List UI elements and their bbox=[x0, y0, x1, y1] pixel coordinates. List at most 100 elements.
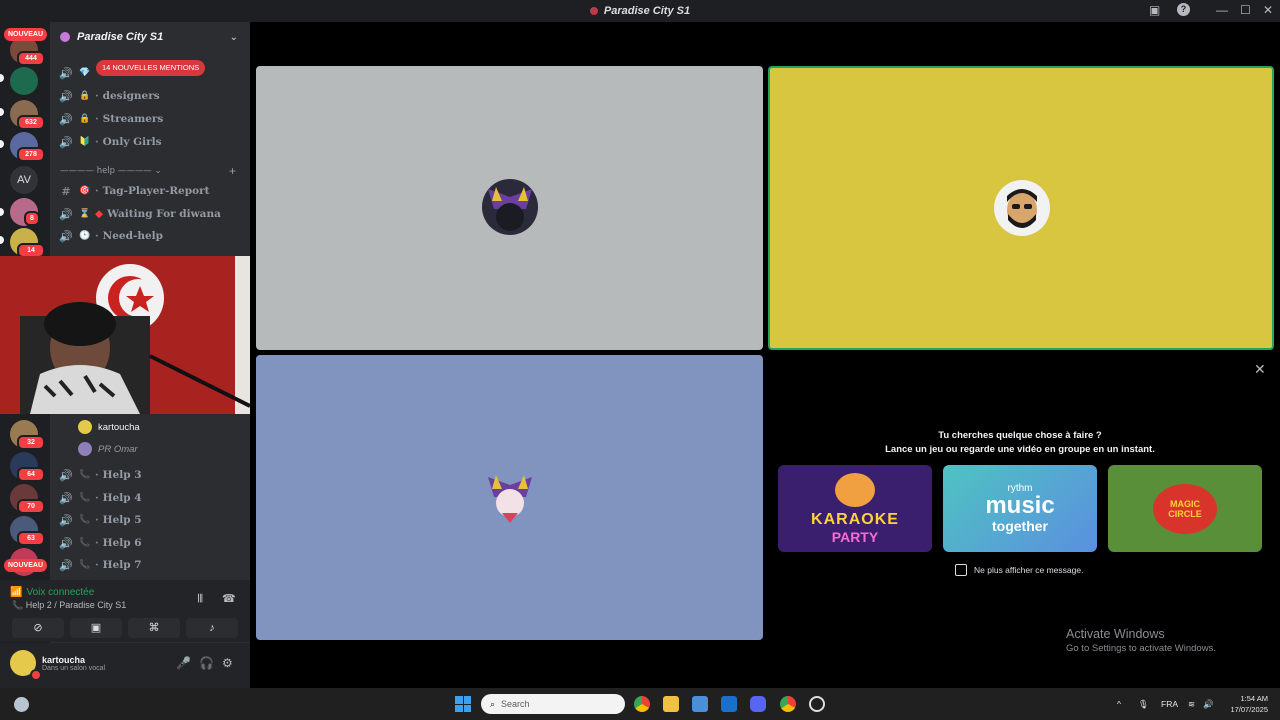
channel-emoji-icon: 🕒 bbox=[79, 231, 91, 241]
server-icon bbox=[589, 7, 598, 15]
close-icon[interactable]: ✕ bbox=[1254, 361, 1266, 378]
windows-start-icon[interactable] bbox=[455, 696, 471, 712]
soundboard-button[interactable]: ♪ bbox=[186, 618, 238, 638]
webcam-overlay bbox=[0, 256, 280, 414]
channel-item-designers[interactable]: 🔊 🔒 · designers bbox=[58, 86, 244, 106]
mention-count-badge: 64 bbox=[17, 467, 45, 482]
screen-share-button[interactable]: ▣ bbox=[70, 618, 122, 638]
disconnect-icon[interactable]: ☎ bbox=[222, 592, 236, 605]
taskbar-search[interactable]: ⌕ Search bbox=[481, 694, 625, 714]
server-icon[interactable] bbox=[10, 67, 38, 95]
voice-channel-icon: 🔊 bbox=[59, 491, 73, 505]
mention-count-badge: 444 bbox=[17, 51, 45, 66]
channel-emoji-icon: 🎯 bbox=[79, 186, 91, 196]
channel-name: designers bbox=[102, 90, 160, 102]
weather-icon[interactable] bbox=[14, 697, 29, 712]
channel-item-help-4[interactable]: 🔊 📞 · Help 4 bbox=[58, 488, 244, 508]
mention-count-badge: 278 bbox=[17, 147, 45, 162]
microphone-icon[interactable]: 🎤 bbox=[176, 656, 191, 670]
voice-channel-icon: 🔊 bbox=[59, 513, 73, 527]
mention-count-badge: 632 bbox=[17, 115, 45, 130]
avatar bbox=[78, 420, 92, 434]
help-icon[interactable]: ? bbox=[1177, 3, 1190, 16]
voice-connected-status[interactable]: 📶 Voix connectée bbox=[10, 587, 94, 598]
magic-circle-logo: MAGIC CIRCLE bbox=[1153, 483, 1217, 534]
text-channel-icon: # bbox=[61, 184, 71, 198]
participant-tile[interactable] bbox=[256, 355, 763, 640]
store-icon[interactable] bbox=[692, 696, 708, 712]
file-explorer-icon[interactable] bbox=[663, 696, 679, 712]
channel-item-help-6[interactable]: 🔊 📞 · Help 6 bbox=[58, 533, 244, 553]
channel-item-help-5[interactable]: 🔊 📞 · Help 5 bbox=[58, 510, 244, 530]
activity-card-karaoke[interactable]: KARAOKE PARTY bbox=[778, 465, 932, 552]
new-mentions-banner[interactable]: 14 NOUVELLES MENTIONS bbox=[96, 60, 206, 76]
channel-item-help-7[interactable]: 🔊 📞 · Help 7 bbox=[58, 555, 244, 575]
server-header[interactable]: Paradise City S1 ⌄ bbox=[50, 26, 250, 48]
maximize-button[interactable]: ☐ bbox=[1240, 3, 1251, 17]
wifi-icon[interactable]: ≋ bbox=[1188, 699, 1195, 710]
headphones-icon[interactable]: 🎧 bbox=[199, 656, 214, 670]
channel-item-only-girls[interactable]: 🔊 🔰 · Only Girls bbox=[58, 132, 244, 152]
camera-toggle-button[interactable]: ⊘ bbox=[12, 618, 64, 638]
signal-icon: 📶 bbox=[10, 587, 23, 598]
channel-emoji-icon: ⌛ bbox=[79, 209, 91, 219]
minimize-button[interactable]: — bbox=[1216, 3, 1228, 17]
channel-item-waiting[interactable]: 🔊 ⌛ ◆ Waiting For diwana bbox=[58, 204, 244, 224]
unread-indicator bbox=[0, 108, 4, 116]
activity-card-music-together[interactable]: rythm music together bbox=[943, 465, 1097, 552]
mention-count-badge: 70 bbox=[17, 499, 45, 514]
voice-user-pr-omar[interactable]: PR Omar bbox=[78, 439, 138, 459]
user-name: kartoucha bbox=[42, 655, 86, 665]
category-help[interactable]: ———— help ———— ⌄ bbox=[60, 166, 162, 176]
phone-icon: 📞 bbox=[79, 560, 91, 570]
close-window-button[interactable]: ✕ bbox=[1263, 3, 1273, 17]
app-icon[interactable] bbox=[809, 696, 825, 712]
voice-channel-icon: 🔊 bbox=[59, 468, 73, 482]
chevron-down-icon[interactable]: ⌄ bbox=[230, 32, 238, 43]
participant-tile[interactable] bbox=[256, 66, 763, 350]
channel-item-help-3[interactable]: 🔊 📞 · Help 3 bbox=[58, 465, 244, 485]
noise-suppression-icon[interactable]: 𝄃𝄃 bbox=[198, 593, 203, 606]
channel-item-streamers[interactable]: 🔊 🔒 · Streamers bbox=[58, 109, 244, 129]
voice-channel-icon: 🔊 bbox=[59, 207, 73, 221]
voice-channel-icon: 🔊 bbox=[59, 89, 73, 103]
microphone-tray-icon[interactable]: 🎙 bbox=[1138, 699, 1149, 710]
gear-icon[interactable]: ⚙ bbox=[222, 656, 233, 670]
voice-channel-icon: 🔊 bbox=[59, 135, 73, 149]
activity-card-magic-circle[interactable]: MAGIC CIRCLE bbox=[1108, 465, 1262, 552]
voice-channel-icon: 🔊 bbox=[59, 66, 73, 80]
soundboard-icon: ♪ bbox=[209, 622, 215, 634]
server-name: Paradise City S1 bbox=[77, 31, 164, 43]
outlook-icon[interactable] bbox=[721, 696, 737, 712]
voice-user-kartoucha[interactable]: kartoucha bbox=[78, 417, 140, 437]
avatar bbox=[994, 180, 1050, 236]
unread-indicator bbox=[0, 236, 4, 244]
channel-item-need-help[interactable]: 🔊 🕒 · Need-help bbox=[58, 226, 244, 246]
checkbox[interactable] bbox=[955, 564, 967, 576]
camera-off-icon: ⊘ bbox=[33, 622, 43, 634]
avatar bbox=[78, 442, 92, 456]
voice-channel-path[interactable]: 📞 Help 2 / Paradise City S1 bbox=[12, 600, 126, 611]
activity-button[interactable]: ⌘ bbox=[128, 618, 180, 638]
chrome-profile-icon[interactable] bbox=[780, 696, 796, 712]
chrome-icon[interactable] bbox=[634, 696, 650, 712]
discord-icon[interactable] bbox=[750, 696, 766, 712]
add-channel-button[interactable]: + bbox=[229, 164, 236, 178]
webcam-feed-image bbox=[0, 256, 280, 414]
server-badge-icon bbox=[60, 32, 70, 42]
volume-icon[interactable]: 🔊 bbox=[1203, 699, 1214, 710]
search-icon: ⌕ bbox=[490, 698, 496, 709]
chevron-up-icon[interactable]: ^ bbox=[1117, 699, 1121, 709]
mention-count-badge: 8 bbox=[24, 211, 40, 226]
language-indicator[interactable]: FRA bbox=[1161, 699, 1178, 709]
channel-name: Need-help bbox=[102, 230, 163, 242]
system-clock[interactable]: 1:54 AM 17/07/2025 bbox=[1222, 693, 1268, 715]
channel-item-tag-player-report[interactable]: # 🎯 · Tag-Player-Report bbox=[58, 181, 244, 201]
inbox-icon[interactable]: ▣ bbox=[1149, 3, 1160, 17]
dont-show-checkbox[interactable]: Ne plus afficher ce message. bbox=[955, 564, 1083, 576]
participant-tile-speaking[interactable] bbox=[768, 66, 1274, 350]
screen-share-icon: ▣ bbox=[90, 622, 102, 634]
avatar-image bbox=[488, 475, 532, 523]
server-av[interactable]: AV bbox=[10, 166, 38, 194]
channel-emoji-icon: 🔰 bbox=[79, 137, 91, 147]
